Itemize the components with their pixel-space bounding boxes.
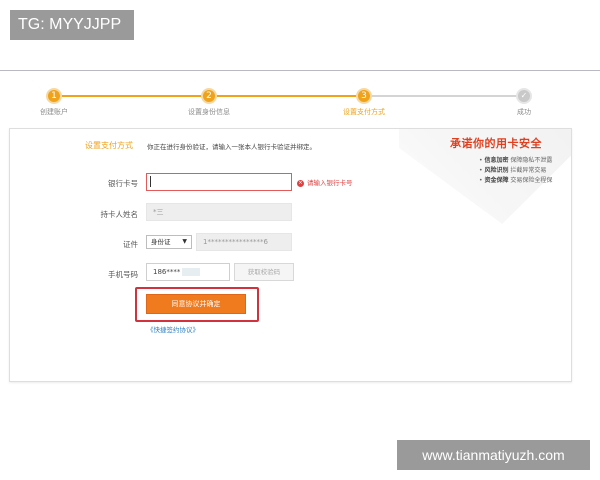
error-icon: × [297, 179, 304, 187]
holder-name-label: 持卡人姓名 [100, 210, 139, 219]
phone-label: 手机号码 [108, 270, 138, 279]
id-type-value: 身份证 [151, 238, 171, 246]
phone-value: 186**** [153, 268, 181, 276]
promise-item-2-text: 拦截异常交易 [510, 167, 547, 174]
promise-item-2: • 风险识别 拦截异常交易 [479, 167, 547, 174]
promise-item-3: • 资金保障 交易保险全程保 [479, 177, 553, 184]
promise-item-3-text: 交易保险全程保 [510, 177, 553, 184]
progress-steps: 1 2 3 ✓ 创建账户 设置身份信息 设置支付方式 成功 [0, 84, 600, 124]
id-type-select[interactable]: 身份证 ▼ [146, 235, 192, 249]
step-3-circle: 3 [356, 88, 372, 104]
phone-input[interactable]: 186**** [146, 263, 230, 281]
id-number-field: 1****************6 [196, 233, 292, 251]
card-number-caret [150, 176, 151, 187]
watermark-bottom: www.tianmatiyuzh.com [397, 440, 590, 470]
agree-confirm-button[interactable]: 同意协议并确定 [146, 294, 246, 314]
get-sms-code-button[interactable]: 获取校验码 [234, 263, 294, 281]
card-number-error: × 请输入银行卡号 [297, 177, 353, 187]
step-3-label: 设置支付方式 [343, 108, 385, 116]
promise-item-1-strong: 信息加密 [484, 157, 509, 164]
step-2-label: 设置身份信息 [188, 108, 230, 116]
step-4-label: 成功 [517, 108, 531, 116]
promise-item-3-strong: 资金保障 [484, 177, 509, 184]
promise-title: 承诺你的用卡安全 [450, 137, 542, 150]
card-number-input[interactable] [146, 173, 292, 191]
id-doc-label: 证件 [123, 240, 138, 249]
watermark-top: TG: MYYJJPP [10, 10, 134, 40]
section-tip: 你正在进行身份验证，请输入一张本人银行卡验证并绑定。 [147, 143, 316, 151]
promise-item-1: • 信息加密 保障隐私不泄露 [479, 157, 553, 164]
progress-track-pending [364, 95, 520, 97]
card-number-error-text: 请输入银行卡号 [307, 179, 353, 187]
step-1-label: 创建账户 [40, 108, 68, 116]
section-title: 设置支付方式 [85, 141, 133, 150]
promise-item-2-strong: 风险识别 [484, 167, 509, 174]
header-divider [0, 70, 600, 71]
holder-name-field: *三 [146, 203, 292, 221]
step-success-check-icon: ✓ [516, 88, 532, 104]
phone-mask [182, 268, 201, 276]
step-2-circle: 2 [201, 88, 217, 104]
chevron-down-icon: ▼ [182, 238, 187, 245]
promise-item-1-text: 保障隐私不泄露 [510, 157, 553, 164]
step-1-circle: 1 [46, 88, 62, 104]
card-number-label: 银行卡号 [108, 179, 138, 188]
sign-agreement-link[interactable]: 《快捷签约协议》 [147, 324, 199, 334]
